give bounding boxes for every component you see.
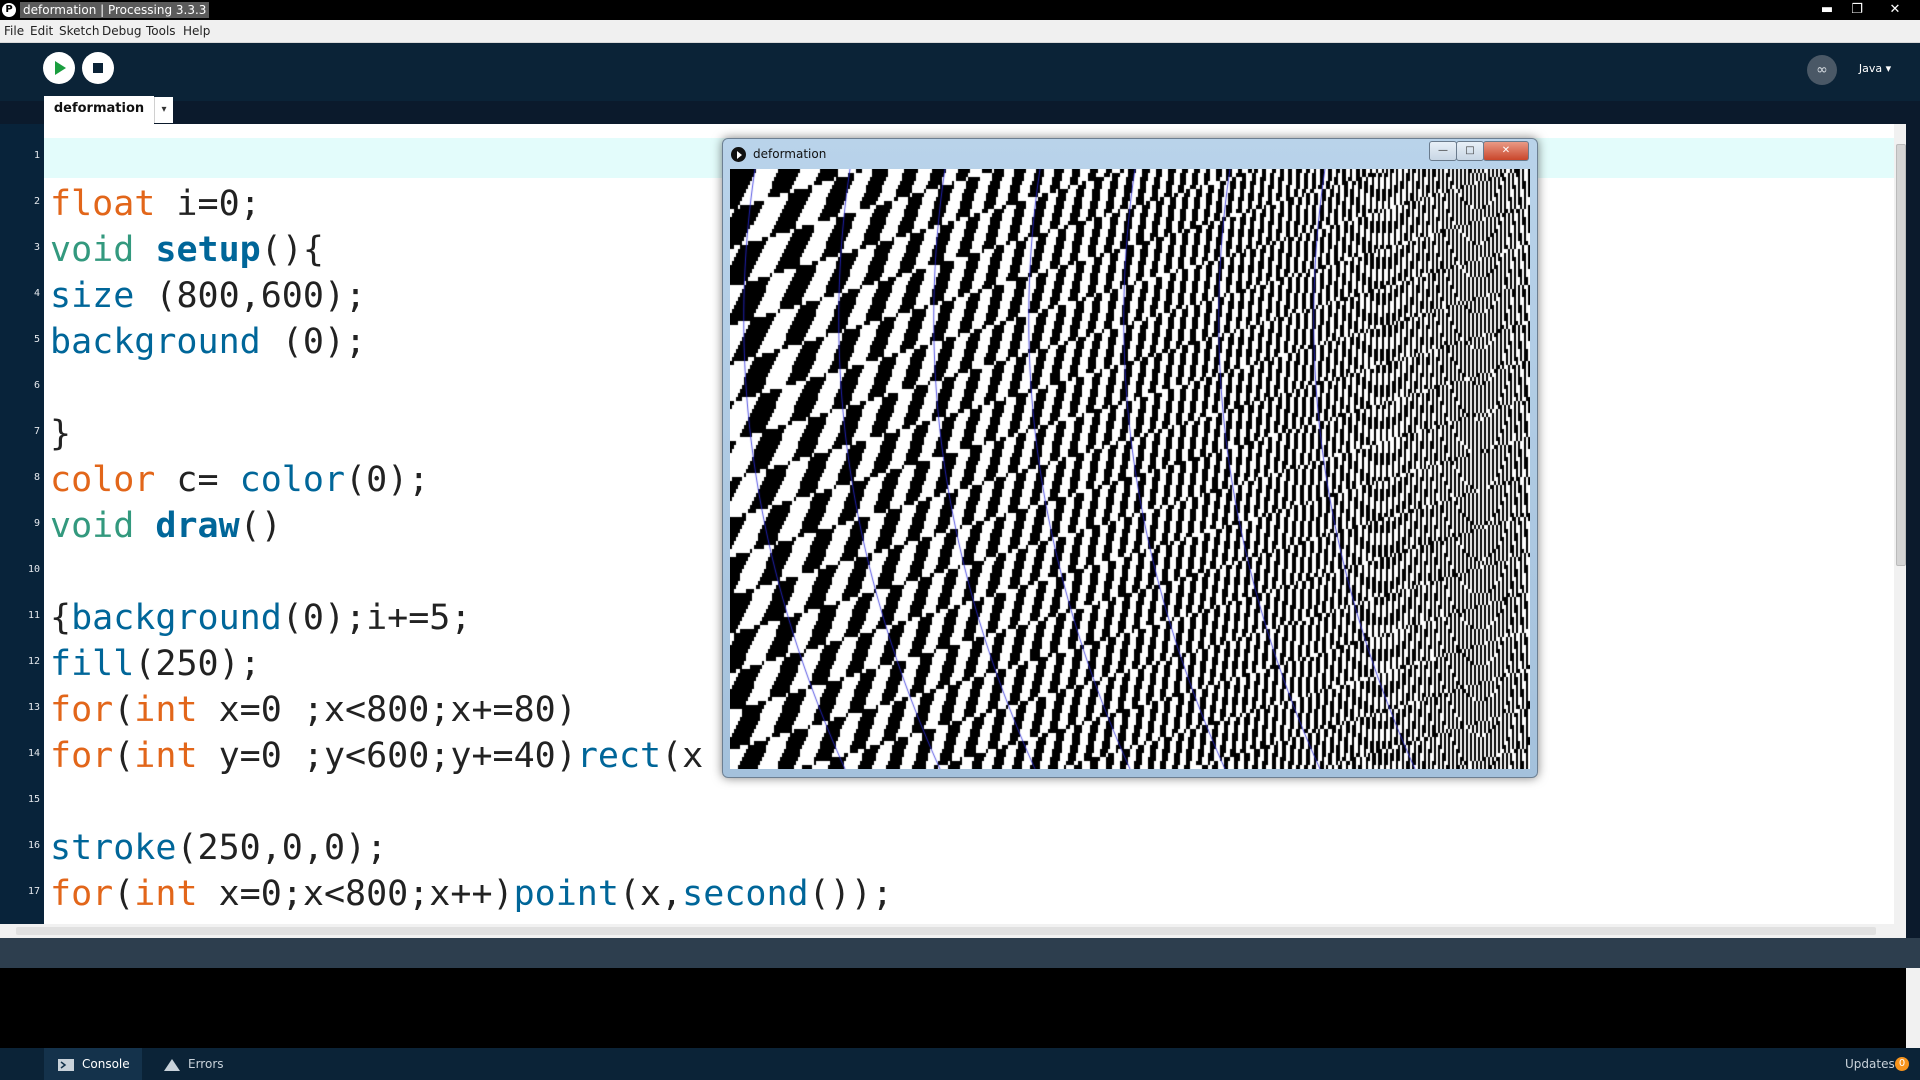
scrollbar-thumb[interactable]: [16, 927, 1876, 935]
line-number: 16: [27, 840, 40, 851]
tab-menu-dropdown[interactable]: ▾: [154, 97, 173, 123]
sketch-window[interactable]: deformation — □ ✕: [722, 138, 1538, 778]
line-number: 7: [33, 426, 40, 437]
code-line[interactable]: background (0);: [50, 322, 366, 362]
sketch-canvas[interactable]: [730, 169, 1530, 769]
line-number: 12: [27, 656, 40, 667]
menu-edit[interactable]: Edit: [30, 24, 53, 38]
line-number: 15: [27, 794, 40, 805]
menu-bar: File Edit Sketch Debug Tools Help: [0, 20, 1920, 43]
stop-icon: [93, 63, 103, 73]
code-line[interactable]: for(int x=0 ;x<800;x+=80): [50, 690, 577, 730]
processing-app-icon: P: [2, 3, 16, 17]
menu-file[interactable]: File: [4, 24, 24, 38]
console-tab-label: Console: [82, 1057, 130, 1071]
window-title: deformation | Processing 3.3.3: [20, 2, 210, 18]
tab-deformation[interactable]: deformation: [44, 96, 154, 124]
mode-select[interactable]: Java ▾: [1846, 57, 1904, 81]
code-line[interactable]: void draw(): [50, 506, 282, 546]
sketch-minimize-button[interactable]: —: [1429, 141, 1457, 161]
code-line[interactable]: for(int x=0;x<800;x++)point(x,second());: [50, 874, 893, 914]
line-number: 13: [27, 702, 40, 713]
line-number: 11: [27, 610, 40, 621]
code-line[interactable]: fill(250);: [50, 644, 261, 684]
warning-icon: [164, 1058, 180, 1071]
line-number: 10: [27, 564, 40, 575]
sketch-window-title: deformation: [753, 147, 827, 161]
console-scrollbar[interactable]: [1906, 968, 1920, 1048]
code-line[interactable]: {background(0);i+=5;: [50, 598, 471, 638]
window-title-bar: P deformation | Processing 3.3.3 ▬ ❐ ✕: [0, 0, 1920, 20]
code-line[interactable]: size (800,600);: [50, 276, 366, 316]
stop-button[interactable]: [82, 52, 114, 84]
line-number: 6: [33, 380, 40, 391]
code-line[interactable]: }: [50, 414, 71, 454]
menu-sketch[interactable]: Sketch: [59, 24, 99, 38]
line-number: 1: [33, 150, 40, 161]
menu-tools[interactable]: Tools: [146, 24, 176, 38]
editor-horizontal-scrollbar[interactable]: [0, 924, 1906, 938]
console-tab[interactable]: Console: [44, 1048, 142, 1080]
code-line[interactable]: void setup(){: [50, 230, 324, 270]
code-line[interactable]: float i=0;: [50, 184, 261, 224]
updates-badge[interactable]: 0: [1895, 1057, 1909, 1071]
code-line[interactable]: stroke(250,0,0);: [50, 828, 387, 868]
line-number: 17: [27, 886, 40, 897]
sketch-maximize-button[interactable]: □: [1456, 141, 1484, 161]
editor-vertical-scrollbar[interactable]: [1894, 124, 1906, 924]
code-line[interactable]: for(int y=0 ;y<600;y+=40)rect(x: [50, 736, 703, 776]
errors-tab-label: Errors: [188, 1057, 224, 1071]
updates-label[interactable]: Updates: [1845, 1048, 1895, 1080]
minimize-window-button[interactable]: ▬: [1812, 0, 1842, 20]
sketch-close-button[interactable]: ✕: [1483, 141, 1529, 161]
console-output[interactable]: [0, 968, 1906, 1048]
line-number: 8: [33, 472, 40, 483]
code-line[interactable]: color c= color(0);: [50, 460, 429, 500]
line-number: 9: [33, 518, 40, 529]
line-number: 4: [33, 288, 40, 299]
line-number: 5: [33, 334, 40, 345]
errors-tab[interactable]: Errors: [150, 1048, 240, 1080]
play-icon: [55, 61, 66, 75]
toolbar: [0, 43, 1920, 101]
line-number: 2: [33, 196, 40, 207]
line-number: 3: [33, 242, 40, 253]
processing-run-icon: [731, 147, 746, 162]
debug-mode-icon[interactable]: ∞: [1807, 55, 1837, 85]
status-bar: [0, 1048, 1920, 1080]
close-window-button[interactable]: ✕: [1880, 0, 1910, 20]
scrollbar-thumb[interactable]: [1896, 144, 1906, 566]
line-number: 14: [27, 748, 40, 759]
line-number-gutter: 1 2 3 4 5 6 7 8 9 10 11 12 13 14 15 16 1…: [0, 124, 44, 942]
menu-debug[interactable]: Debug: [102, 24, 141, 38]
menu-help[interactable]: Help: [183, 24, 210, 38]
run-button[interactable]: [43, 52, 75, 84]
console-divider[interactable]: [0, 938, 1920, 968]
console-icon: [58, 1058, 74, 1071]
restore-window-button[interactable]: ❐: [1842, 0, 1872, 20]
